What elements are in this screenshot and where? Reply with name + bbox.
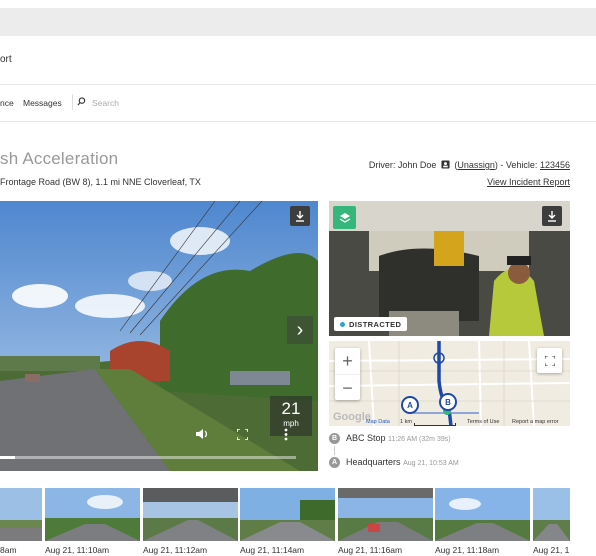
stop-connector <box>334 446 335 455</box>
distracted-tag: DISTRACTED <box>334 317 408 331</box>
top-strip <box>0 0 596 8</box>
thumbnail[interactable] <box>45 488 140 541</box>
stop-item-b[interactable]: B ABC Stop 11:26 AM (32m 39s) <box>329 433 451 445</box>
thumbnail-image <box>0 488 42 541</box>
nav-bar <box>0 85 596 122</box>
stop-time: Aug 21, 10:53 AM <box>403 460 459 467</box>
event-location: Frontage Road (BW 8), 1.1 mi NNE Cloverl… <box>0 177 201 187</box>
nav-item-messages[interactable]: Messages <box>23 98 62 108</box>
view-incident-report-link[interactable]: View Incident Report <box>487 177 570 187</box>
thumbnail[interactable] <box>0 488 42 541</box>
thumbnail-image <box>338 488 433 541</box>
chevron-right-icon: › <box>296 318 304 341</box>
speed-unit: mph <box>283 419 299 428</box>
download-icon <box>296 210 304 222</box>
vehicle-prefix: - Vehicle: <box>500 160 538 170</box>
stop-name: ABC Stop <box>346 433 386 443</box>
volume-icon[interactable] <box>195 428 211 440</box>
layers-button[interactable] <box>333 206 356 229</box>
vehicle-link[interactable]: 123456 <box>540 160 570 170</box>
thumbnail-image <box>143 488 238 541</box>
page-header <box>0 36 596 85</box>
driver-info: Driver: John Doe (Unassign) - Vehicle: 1… <box>368 160 570 170</box>
map-marker-a[interactable]: A <box>401 396 419 414</box>
fullscreen-icon[interactable] <box>237 429 248 440</box>
thumbnail[interactable] <box>338 488 433 541</box>
cabin-scene <box>329 201 570 336</box>
thumbnail[interactable] <box>143 488 238 541</box>
layers-icon <box>339 212 350 223</box>
stop-time: 11:26 AM (32m 39s) <box>388 436 451 443</box>
search-icon[interactable] <box>77 97 86 106</box>
thumbnail-image <box>240 488 335 541</box>
thumbnail-label: Aug 21, 11:16am <box>338 545 403 555</box>
zoom-control: + − <box>335 348 360 400</box>
thumbnail-image <box>435 488 530 541</box>
map-scale: 1 km <box>400 419 412 425</box>
thumbnail[interactable] <box>533 488 570 541</box>
thumbnail-label: Aug 21, 11:12am <box>143 545 208 555</box>
download-forward-video-button[interactable] <box>290 206 310 226</box>
map-fullscreen-button[interactable] <box>537 348 562 373</box>
stop-item-a[interactable]: A Headquarters Aug 21, 10:53 AM <box>329 457 459 469</box>
video-progress-fill <box>0 456 15 459</box>
expand-icon <box>544 355 555 366</box>
stop-badge: B <box>329 433 340 445</box>
video-progress-track[interactable] <box>0 456 296 459</box>
speed-value: 21 <box>281 399 301 418</box>
distracted-tag-label: DISTRACTED <box>349 319 402 329</box>
thumbnail-image <box>45 488 140 541</box>
download-icon <box>548 210 556 222</box>
map-data-link[interactable]: Map Data <box>366 419 390 425</box>
map-marker-b[interactable]: B <box>439 393 457 411</box>
stop-badge: A <box>329 457 340 469</box>
id-card-icon <box>441 160 450 169</box>
speed-indicator: 21 mph <box>270 396 312 436</box>
scale-bar <box>414 423 456 426</box>
nav-divider <box>72 94 73 110</box>
thumbnail-image <box>533 488 570 541</box>
thumbnail-label: 8am <box>0 545 17 555</box>
page-header-title: ort <box>0 54 12 65</box>
tag-dot-icon <box>340 321 345 327</box>
zoom-out-button[interactable]: − <box>335 374 360 401</box>
next-frame-button[interactable]: › <box>287 316 313 344</box>
stop-name: Headquarters <box>346 457 401 467</box>
thumbnail-label: Aug 21, 1 <box>533 545 570 555</box>
download-cabin-video-button[interactable] <box>542 206 562 226</box>
zoom-in-button[interactable]: + <box>335 348 360 374</box>
event-title: sh Acceleration <box>0 149 119 168</box>
thumbnail-label: Aug 21, 11:14am <box>240 545 305 555</box>
search-input[interactable]: Search <box>92 98 119 108</box>
thumbnail-label: Aug 21, 11:10am <box>45 545 110 555</box>
terms-link[interactable]: Terms of Use <box>467 419 499 425</box>
thumbnail[interactable] <box>435 488 530 541</box>
more-options-icon[interactable] <box>284 428 288 441</box>
browser-bar <box>0 8 596 36</box>
cabin-video[interactable] <box>329 201 570 336</box>
report-error-link[interactable]: Report a map error <box>512 419 558 425</box>
unassign-link[interactable]: Unassign <box>457 160 495 170</box>
driver-name: Driver: John Doe <box>368 160 437 170</box>
thumbnail-label: Aug 21, 11:18am <box>435 545 500 555</box>
thumbnail[interactable] <box>240 488 335 541</box>
nav-item-compliance[interactable]: nce <box>0 98 14 108</box>
